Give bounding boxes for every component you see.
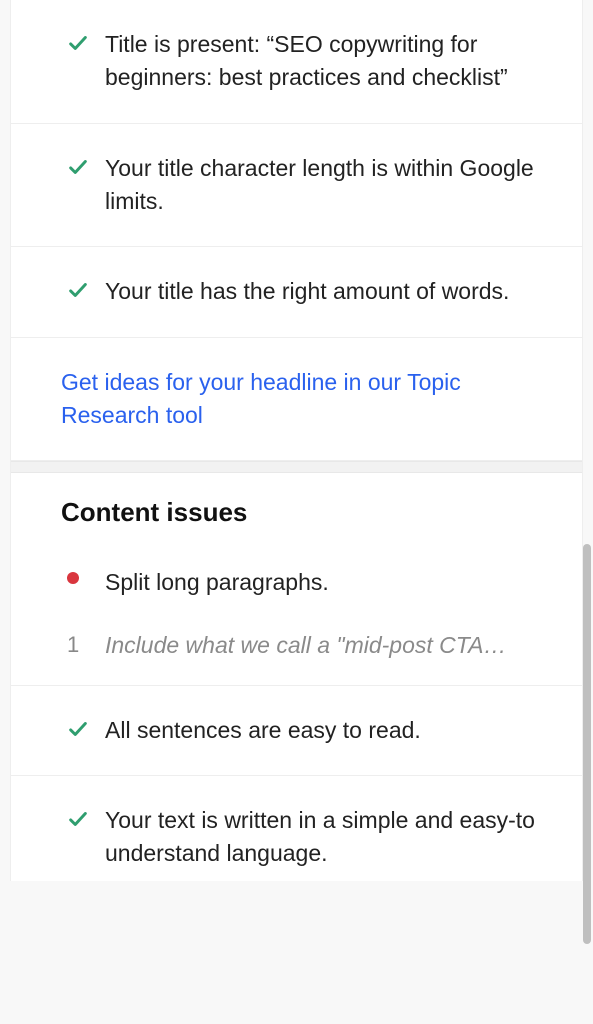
check-icon — [67, 275, 105, 301]
check-icon — [67, 714, 105, 740]
check-item-text: Title is present: “SEO copywriting for b… — [105, 28, 554, 95]
check-item-text: Your text is written in a simple and eas… — [105, 804, 554, 871]
content-check-item: All sentences are easy to read. — [11, 686, 582, 776]
scrollbar-thumb[interactable] — [583, 544, 591, 944]
content-check-item: Your text is written in a simple and eas… — [11, 776, 582, 881]
quote-number: 1 — [67, 632, 105, 658]
check-icon — [67, 28, 105, 54]
section-divider — [11, 461, 582, 473]
issue-split-paragraphs: Split long paragraphs. 1 Include what we… — [11, 552, 582, 685]
check-icon — [67, 152, 105, 178]
seo-check-panel: Title is present: “SEO copywriting for b… — [10, 0, 583, 881]
title-check-item: Title is present: “SEO copywriting for b… — [11, 0, 582, 124]
topic-research-link[interactable]: Get ideas for your headline in our Topic… — [61, 369, 461, 428]
check-item-text: Your title has the right amount of words… — [105, 275, 554, 308]
quote-text: Include what we call a "mid-post CTA… — [105, 632, 554, 659]
title-check-item: Your title character length is within Go… — [11, 124, 582, 248]
check-icon — [67, 804, 105, 830]
topic-research-link-block: Get ideas for your headline in our Topic… — [11, 338, 582, 462]
check-item-text: All sentences are easy to read. — [105, 714, 554, 747]
content-issues-heading: Content issues — [11, 473, 582, 552]
title-check-item: Your title has the right amount of words… — [11, 247, 582, 337]
issue-quote-row[interactable]: 1 Include what we call a "mid-post CTA… — [67, 616, 554, 659]
check-item-text: Your title character length is within Go… — [105, 152, 554, 219]
error-dot-icon — [67, 566, 105, 584]
issue-row: Split long paragraphs. — [67, 556, 554, 615]
issue-text: Split long paragraphs. — [105, 566, 554, 599]
